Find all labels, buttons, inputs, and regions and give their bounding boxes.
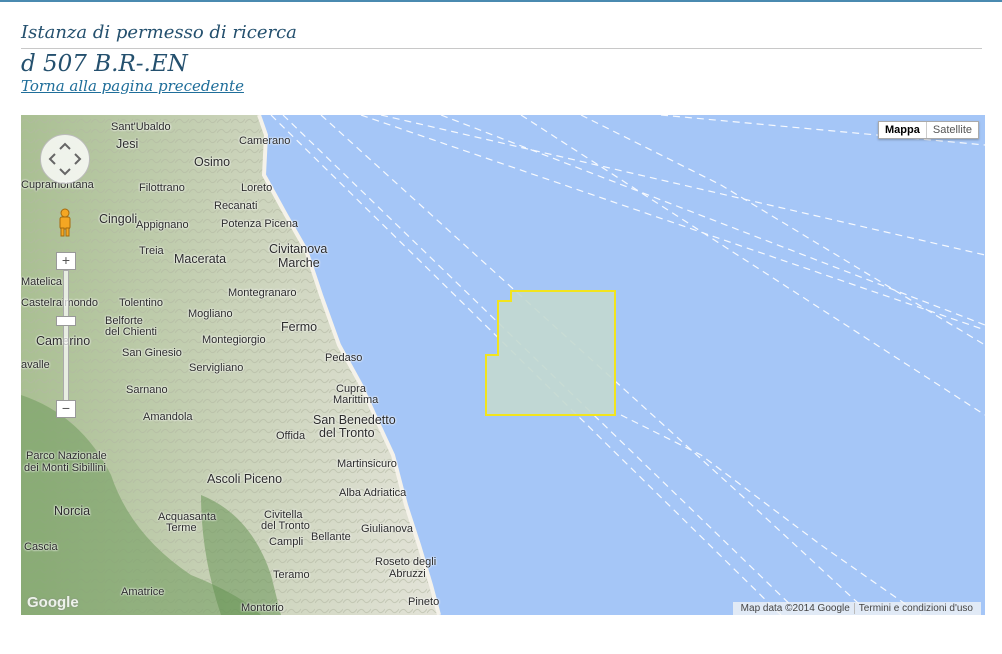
place-label: Montegranaro xyxy=(228,287,297,299)
place-label: Marittima xyxy=(333,394,379,406)
place-label: Matelica xyxy=(21,276,62,288)
place-label: avalle xyxy=(21,359,50,371)
place-label: Treia xyxy=(139,245,164,257)
place-label: Alba Adriatica xyxy=(339,487,407,499)
place-label: Fermo xyxy=(281,320,318,334)
place-label: del Chienti xyxy=(105,326,157,338)
place-label: Terme xyxy=(166,522,197,534)
place-label: Sarnano xyxy=(126,384,168,396)
place-label: Sant'Ubaldo xyxy=(111,121,171,133)
map-attribution: Map data ©2014 Google Termini e condizio… xyxy=(732,602,981,615)
place-label: Macerata xyxy=(174,252,227,266)
google-logo: Google xyxy=(27,594,79,611)
pegman-icon[interactable] xyxy=(57,208,73,238)
place-label: Recanati xyxy=(214,200,258,212)
map-type-satellite-button[interactable]: Satellite xyxy=(925,122,978,138)
page-title: d 507 B.R-.EN xyxy=(21,51,188,77)
place-label: del Tronto xyxy=(261,520,310,532)
place-label: Campli xyxy=(269,536,304,548)
place-label: Cascia xyxy=(24,541,58,553)
back-link[interactable]: Torna alla pagina precedente xyxy=(21,77,244,95)
terms-link[interactable]: Termini e condizioni d'uso xyxy=(853,603,977,614)
place-label: Montegiorgio xyxy=(202,334,266,346)
place-label: Pineto xyxy=(408,596,440,608)
place-label: Parco Nazionale xyxy=(26,450,107,462)
place-label: Montorio xyxy=(241,602,284,614)
zoom-out-button[interactable]: − xyxy=(56,400,76,418)
map-type-control: Mappa Satellite xyxy=(878,121,979,139)
place-label: Abruzzi xyxy=(389,568,426,580)
place-label: Marche xyxy=(278,256,320,270)
top-border xyxy=(0,0,1002,2)
map-container[interactable]: Sant'Ubaldo Camerano Jesi Osimo Cupramontana… xyxy=(21,115,985,615)
place-label: Bellante xyxy=(311,531,351,543)
place-label: Amatrice xyxy=(121,586,165,598)
place-label: Cingoli xyxy=(99,212,138,226)
place-label: Mogliano xyxy=(188,308,233,320)
map-type-mappa-button[interactable]: Mappa xyxy=(879,122,926,138)
place-label: Tolentino xyxy=(119,297,164,309)
place-label: Filottrano xyxy=(139,182,185,194)
place-label: Martinsicuro xyxy=(337,458,397,470)
place-label: Roseto degli xyxy=(375,556,437,568)
place-label: dei Monti Sibillini xyxy=(24,462,106,474)
place-label: Ascoli Piceno xyxy=(207,472,283,486)
zoom-slider-track[interactable] xyxy=(63,270,69,402)
place-label: Norcia xyxy=(54,504,91,518)
place-label: Amandola xyxy=(143,411,193,423)
place-label: Appignano xyxy=(136,219,189,231)
place-label: Osimo xyxy=(194,155,231,169)
zoom-in-button[interactable]: + xyxy=(56,252,76,270)
place-label: Castelraimondo xyxy=(21,297,99,309)
place-label: Offida xyxy=(276,430,306,442)
place-label: Teramo xyxy=(273,569,310,581)
place-label: Camerano xyxy=(239,135,291,147)
pan-control[interactable] xyxy=(40,134,90,184)
place-label: Jesi xyxy=(116,137,139,151)
place-label: Civitanova xyxy=(269,242,328,256)
pan-control-icon xyxy=(48,142,82,176)
map-data-credit: Map data ©2014 Google xyxy=(740,603,850,614)
place-label: Pedaso xyxy=(325,352,363,364)
place-label: San Ginesio xyxy=(122,347,182,359)
page-subtitle: Istanza di permesso di ricerca xyxy=(21,22,297,43)
title-divider xyxy=(21,48,982,49)
place-label: Potenza Picena xyxy=(221,218,299,230)
place-label: del Tronto xyxy=(319,426,375,440)
place-label: Servigliano xyxy=(189,362,244,374)
place-label: San Benedetto xyxy=(313,413,396,427)
place-label: Giulianova xyxy=(361,523,413,535)
place-label: Loreto xyxy=(241,182,273,194)
zoom-slider-thumb[interactable] xyxy=(56,316,76,326)
